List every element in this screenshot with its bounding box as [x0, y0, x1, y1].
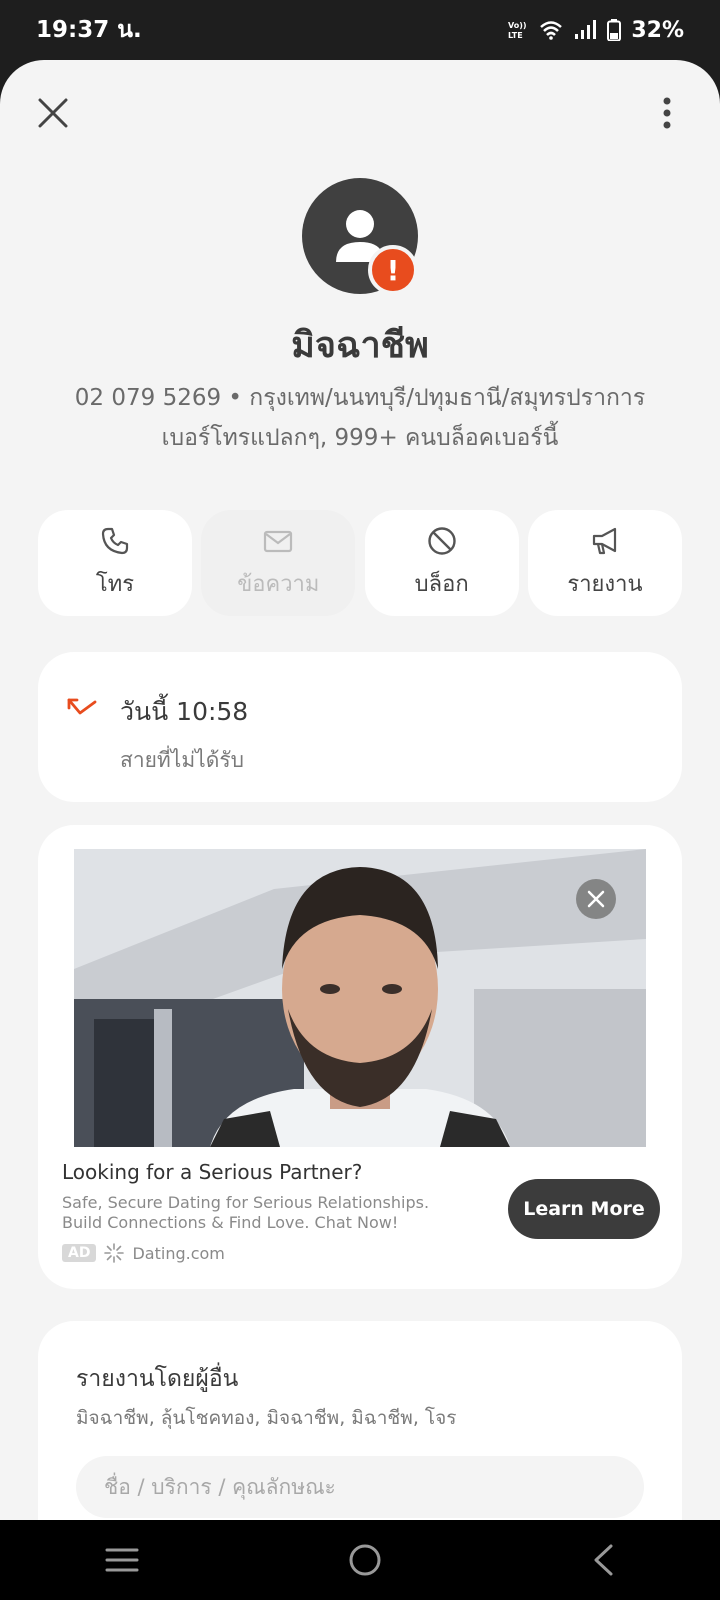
caller-info: 02 079 5269 • กรุงเทพ/นนทบุรี/ปทุมธานี/ส…: [0, 378, 720, 458]
ad-advertiser: Dating.com: [132, 1243, 225, 1263]
ad-photo: [74, 849, 646, 1147]
ad-description: Safe, Secure Dating for Serious Relation…: [62, 1193, 430, 1232]
ad-badge: AD: [62, 1244, 97, 1262]
report-label: รายงาน: [567, 571, 643, 597]
call-label: โทร: [95, 571, 135, 597]
call-status: สายที่ไม่ได้รับ: [120, 748, 244, 772]
home-icon[interactable]: [348, 1543, 382, 1577]
status-time: 19:37 น.: [36, 17, 142, 43]
svg-text:LTE: LTE: [508, 31, 523, 40]
phone-icon: [101, 527, 129, 554]
caller-name: มิจฉาชีพ: [291, 325, 429, 366]
message-label: ข้อความ: [237, 571, 320, 597]
ad-image[interactable]: [74, 849, 646, 1147]
caller-description: เบอร์โทรแปลกๆ, 999+ คนบล็อคเบอร์นี้: [161, 425, 559, 451]
advertiser-logo-icon: [104, 1243, 125, 1263]
ad-card[interactable]: Looking for a Serious Partner? Safe, Sec…: [38, 825, 682, 1289]
navigation-bar: [0, 1520, 720, 1600]
alert-icon: !: [368, 245, 418, 295]
ad-close-button[interactable]: [576, 879, 616, 919]
more-vert-icon: [663, 97, 671, 129]
mail-icon: [264, 530, 293, 552]
more-options-button[interactable]: [644, 90, 690, 136]
block-label: บล็อก: [414, 571, 469, 597]
wifi-icon: [540, 21, 563, 40]
close-icon: [38, 98, 68, 128]
battery-percent: 32%: [631, 17, 684, 43]
caller-number-line: 02 079 5269 • กรุงเทพ/นนทบุรี/ปทุมธานี/ส…: [74, 385, 646, 411]
call-log-card[interactable]: วันนี้ 10:58 สายที่ไม่ได้รับ: [38, 652, 682, 802]
block-button[interactable]: บล็อก: [364, 510, 519, 616]
ad-title: Looking for a Serious Partner?: [62, 1160, 363, 1184]
call-button[interactable]: โทร: [38, 510, 192, 616]
call-time: วันนี้ 10:58: [120, 697, 249, 726]
caller-sheet: ! มิจฉาชีพ 02 079 5269 • กรุงเทพ/นนทบุรี…: [0, 60, 720, 1520]
reports-card: รายงานโดยผู้อื่น มิจฉาชีพ, ลุ้นโชคทอง, ม…: [38, 1321, 682, 1520]
recent-apps-icon[interactable]: [105, 1546, 139, 1574]
message-button[interactable]: ข้อความ: [201, 510, 356, 616]
missed-call-icon: [67, 698, 97, 715]
action-row: โทร ข้อความ บล็อก รายงาน: [38, 510, 682, 616]
ad-meta: AD Dating.com: [62, 1243, 225, 1263]
battery-icon: [607, 19, 622, 41]
status-icons: Vo)) LTE 32%: [507, 18, 684, 43]
svg-text:Vo)): Vo)): [508, 21, 527, 30]
report-button[interactable]: รายงาน: [527, 510, 682, 616]
status-bar: 19:37 น. Vo)) LTE 32%: [0, 0, 720, 60]
back-icon[interactable]: [591, 1543, 615, 1577]
close-icon: [587, 890, 605, 908]
block-icon: [427, 526, 456, 555]
learn-more-button[interactable]: Learn More: [508, 1179, 660, 1239]
volte-icon: Vo)) LTE: [508, 21, 527, 40]
megaphone-icon: [592, 527, 617, 554]
signal-icon: [575, 20, 597, 39]
close-button[interactable]: [30, 90, 76, 136]
report-name-input[interactable]: ชื่อ / บริการ / คุณลักษณะ: [76, 1456, 644, 1518]
reports-title: รายงานโดยผู้อื่น: [76, 1366, 239, 1392]
reports-tags: มิจฉาชีพ, ลุ้นโชคทอง, มิจฉาชีพ, มิฉาชีพ,…: [76, 1407, 457, 1429]
